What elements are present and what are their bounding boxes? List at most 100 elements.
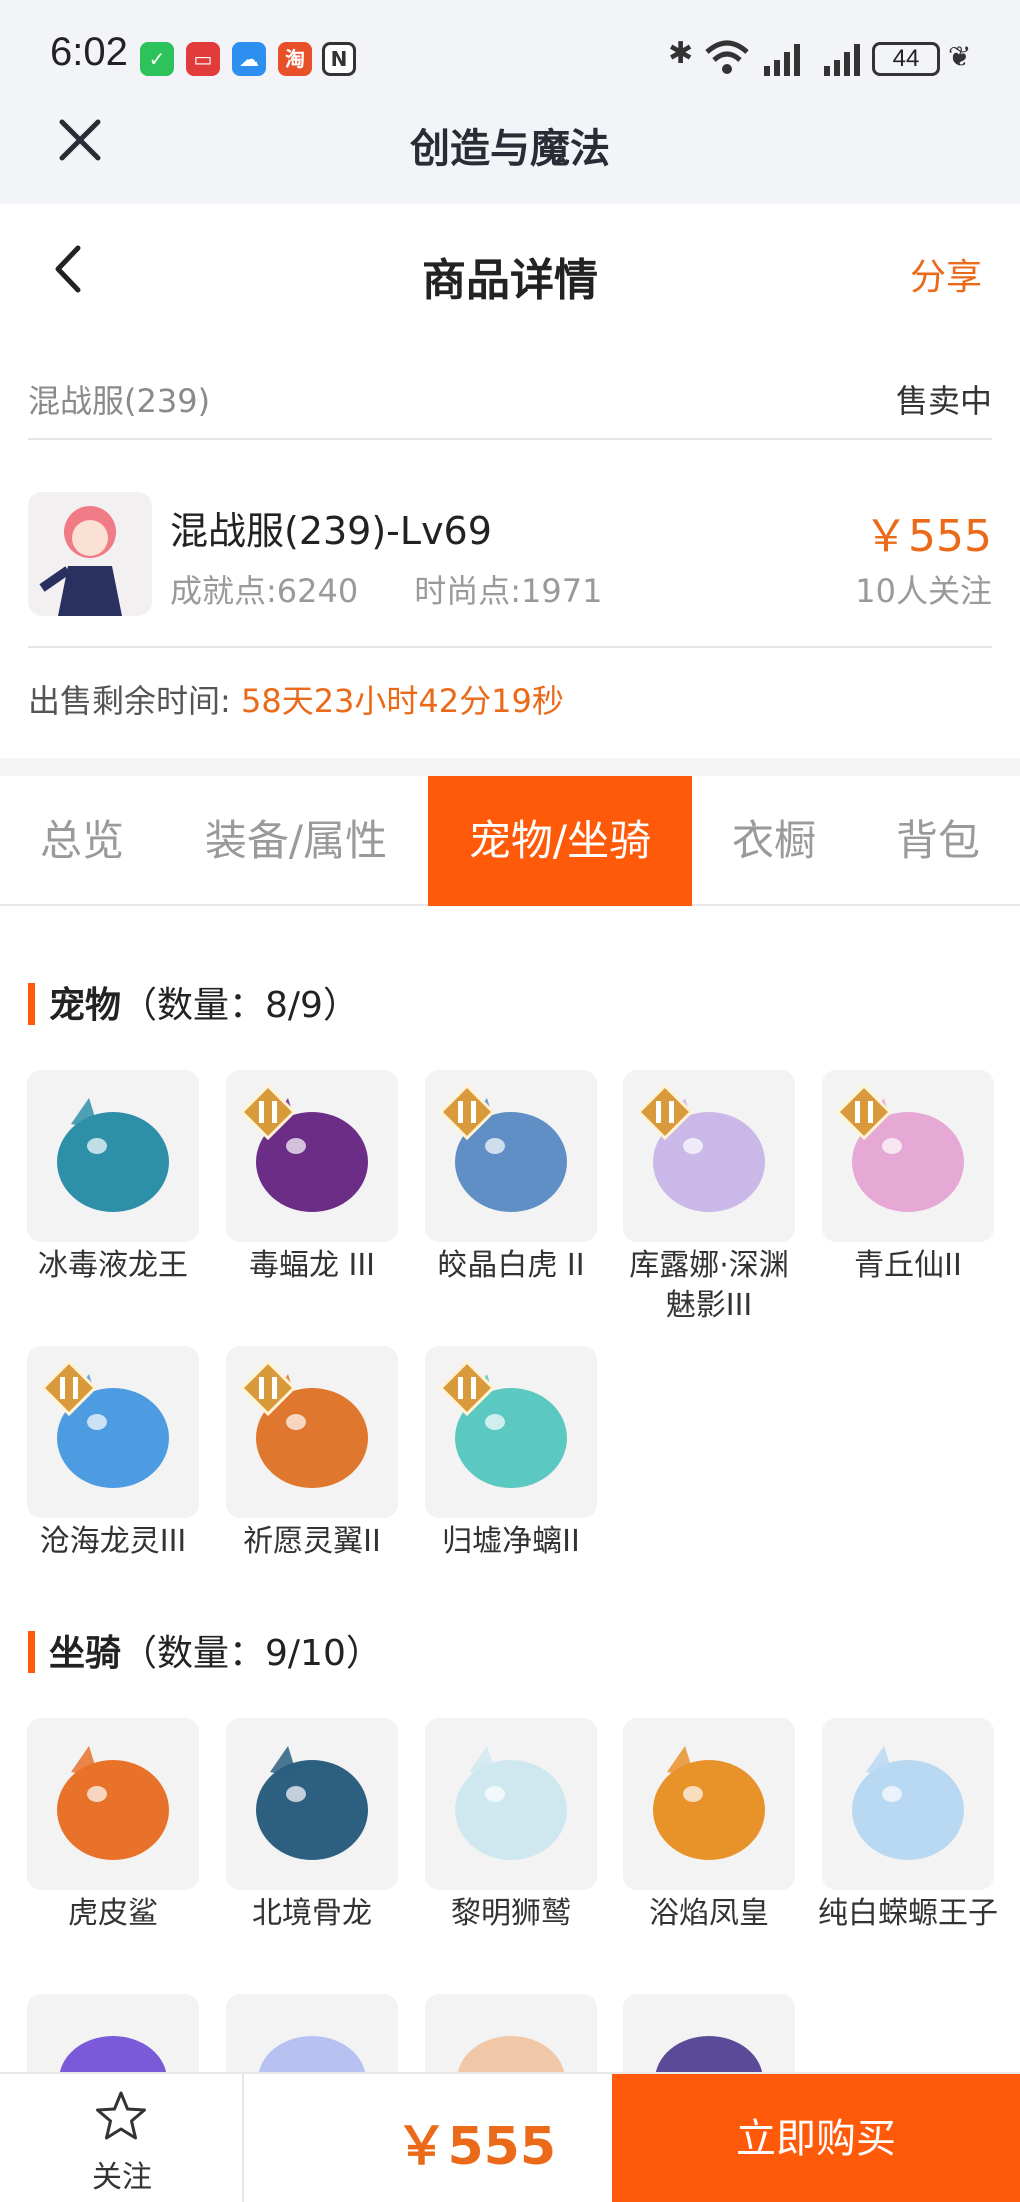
mount-thumb xyxy=(226,1718,398,1890)
pet-item[interactable]: 沧海龙灵III xyxy=(14,1346,212,1562)
mount-thumb xyxy=(623,1718,795,1890)
mount-name: 北境骨龙 xyxy=(252,1896,372,1931)
pet-thumb xyxy=(425,1070,597,1242)
mount-thumb xyxy=(822,1718,994,1890)
share-button[interactable]: 分享 xyxy=(910,248,982,300)
rank-badge-icon xyxy=(836,1084,892,1140)
pet-name: 沧海龙灵III xyxy=(39,1524,187,1559)
mail-icon: ▭ xyxy=(186,42,220,76)
mounts-title: 坐骑 xyxy=(49,1633,122,1674)
follow-label: 关注 xyxy=(92,2160,152,2195)
section-divider xyxy=(0,758,1020,776)
pet-thumb xyxy=(226,1070,398,1242)
pet-item[interactable]: 归墟净螭II xyxy=(412,1346,610,1562)
pet-item[interactable]: 青丘仙II xyxy=(809,1070,1007,1286)
page-header: 商品详情 分享 xyxy=(0,204,1020,334)
server-name: 混战服(239) xyxy=(28,382,211,420)
sale-status: 售卖中 xyxy=(895,382,992,420)
page-title: 商品详情 xyxy=(422,255,598,306)
mounts-count: （数量：9/10） xyxy=(121,1633,382,1674)
follower-count: 10人关注 xyxy=(855,572,992,610)
pet-thumb xyxy=(226,1346,398,1518)
mount-item[interactable]: 黎明狮鹫 xyxy=(412,1718,610,1934)
rank-badge-icon xyxy=(637,1084,693,1140)
bluetooth-icon: ✱ xyxy=(668,36,694,71)
mount-item[interactable]: 浴焰凤皇 xyxy=(610,1718,808,1934)
pets-section-title: 宠物（数量：8/9） xyxy=(28,976,359,1028)
tab-backpack[interactable]: 背包 xyxy=(856,776,1020,906)
tab-equipment[interactable]: 装备/属性 xyxy=(164,776,428,906)
app-title: 创造与魔法 xyxy=(410,126,610,172)
pet-thumb xyxy=(425,1346,597,1518)
mounts-section-title: 坐骑（数量：9/10） xyxy=(28,1624,382,1676)
app-top-zone: 6:02 ✓ ▭ ☁ 淘 N ✱ 44 ❦ 创造与魔法 xyxy=(0,0,1020,204)
app-header: 创造与魔法 xyxy=(0,110,1020,204)
signal-icon-2 xyxy=(824,44,860,76)
product-price: ￥555 xyxy=(864,511,992,562)
pet-name: 毒蝠龙 III xyxy=(248,1248,376,1283)
pet-name: 库露娜·深渊魅影III xyxy=(629,1248,789,1323)
mount-name: 黎明狮鹫 xyxy=(451,1896,571,1931)
section-accent-bar xyxy=(28,1631,35,1673)
rank-badge-icon xyxy=(240,1084,296,1140)
fashion-points: 时尚点:1971 xyxy=(414,572,603,610)
remaining-time: 出售剩余时间: 58天23小时42分19秒 xyxy=(28,676,564,722)
pet-item[interactable]: 库露娜·深渊魅影III xyxy=(610,1070,808,1326)
mount-name: 纯白蝾螈王子 xyxy=(818,1896,998,1931)
wechat-icon: ✓ xyxy=(140,42,174,76)
mount-item[interactable]: 纯白蝾螈王子 xyxy=(809,1718,1007,1934)
taobao-icon: 淘 xyxy=(278,42,312,76)
mount-thumb xyxy=(27,1718,199,1890)
pet-item[interactable]: 毒蝠龙 III xyxy=(213,1070,411,1286)
pet-name: 皎晶白虎 II xyxy=(437,1248,585,1283)
rank-badge-icon xyxy=(41,1360,97,1416)
pet-item[interactable]: 皎晶白虎 II xyxy=(412,1070,610,1286)
remaining-value: 58天23小时42分19秒 xyxy=(240,682,564,720)
server-row: 混战服(239) 售卖中 xyxy=(28,360,992,440)
tab-overview[interactable]: 总览 xyxy=(0,776,164,906)
nfc-icon: N xyxy=(322,42,356,76)
bottom-action-bar: 关注 ￥555 立即购买 xyxy=(0,2072,1020,2202)
pet-item[interactable]: 祈愿灵翼II xyxy=(213,1346,411,1562)
battery-indicator: 44 xyxy=(872,42,940,76)
pet-item[interactable]: 冰毒液龙王 xyxy=(14,1070,212,1286)
bottom-price: ￥555 xyxy=(395,2117,556,2177)
mount-item[interactable]: 虎皮鲨 xyxy=(14,1718,212,1934)
mount-item[interactable]: 北境骨龙 xyxy=(213,1718,411,1934)
product-summary[interactable]: 混战服(239)-Lv69 成就点:6240 时尚点:1971 ￥555 10人关… xyxy=(28,470,992,648)
tab-pets-mounts[interactable]: 宠物/坐骑 xyxy=(428,776,692,906)
signal-icon xyxy=(764,44,800,76)
follow-button[interactable]: 关注 xyxy=(0,2074,244,2202)
rank-badge-icon xyxy=(439,1084,495,1140)
status-time: 6:02 xyxy=(50,30,128,74)
mount-thumb xyxy=(425,1718,597,1890)
mount-name: 虎皮鲨 xyxy=(68,1896,158,1931)
pet-name: 归墟净螭II xyxy=(442,1524,580,1559)
pets-title: 宠物 xyxy=(49,985,122,1026)
rank-badge-icon xyxy=(439,1360,495,1416)
wifi-icon xyxy=(705,40,749,74)
pet-thumb xyxy=(822,1070,994,1242)
star-icon xyxy=(96,2091,146,2140)
leaf-icon: ❦ xyxy=(948,40,972,73)
status-bar: 6:02 ✓ ▭ ☁ 淘 N ✱ 44 ❦ xyxy=(0,0,1020,118)
detail-tabs: 总览 装备/属性 宠物/坐骑 衣橱 背包 xyxy=(0,776,1020,906)
product-title: 混战服(239)-Lv69 xyxy=(170,509,492,553)
buy-now-button[interactable]: 立即购买 xyxy=(612,2074,1020,2202)
pet-thumb xyxy=(27,1346,199,1518)
pet-name: 青丘仙II xyxy=(854,1248,962,1283)
remaining-label: 出售剩余时间: xyxy=(28,682,231,720)
pets-count: （数量：8/9） xyxy=(121,985,359,1026)
mount-name: 浴焰凤皇 xyxy=(649,1896,769,1931)
tab-wardrobe[interactable]: 衣橱 xyxy=(692,776,856,906)
rank-badge-icon xyxy=(240,1360,296,1416)
pet-name: 冰毒液龙王 xyxy=(38,1248,188,1283)
pet-name: 祈愿灵翼II xyxy=(243,1524,381,1559)
pet-thumb xyxy=(623,1070,795,1242)
section-accent-bar xyxy=(28,983,35,1025)
product-meta: 成就点:6240 时尚点:1971 xyxy=(170,566,602,612)
weather-icon: ☁ xyxy=(232,42,266,76)
character-avatar xyxy=(28,492,152,616)
pet-thumb xyxy=(27,1070,199,1242)
achievement-points: 成就点:6240 xyxy=(170,572,359,610)
